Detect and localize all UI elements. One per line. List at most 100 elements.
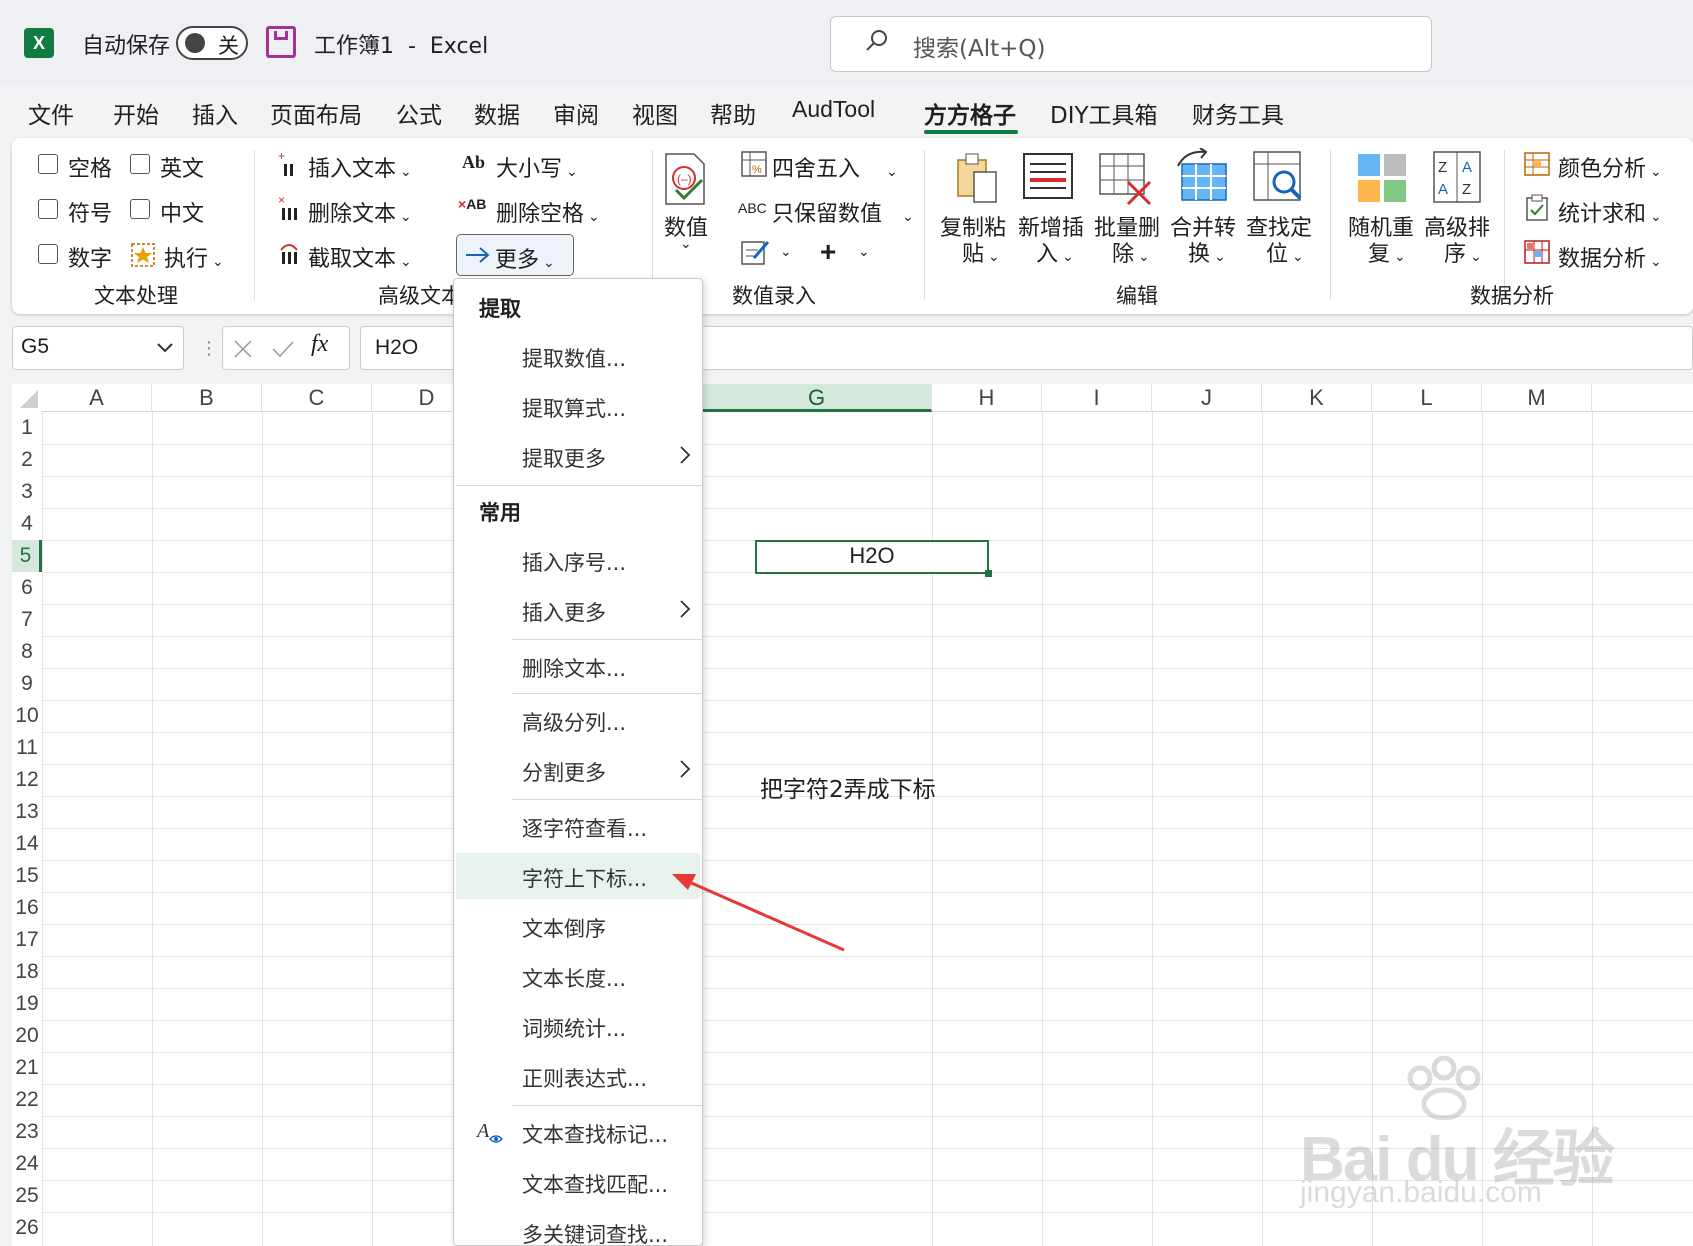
more-button[interactable]: 更多 ⌄: [456, 234, 574, 276]
tab-file[interactable]: 文件: [28, 96, 74, 130]
tab-insert[interactable]: 插入: [192, 96, 238, 130]
menu-item-find-mark[interactable]: A 文本查找标记...: [456, 1109, 700, 1155]
row-header-3[interactable]: 3: [12, 476, 42, 508]
tab-audtool[interactable]: AudTool: [792, 96, 875, 123]
merge-convert-button[interactable]: 换 ⌄: [1188, 236, 1226, 268]
round-button[interactable]: 四舍五入 ⌄: [772, 151, 898, 183]
row-header-23[interactable]: 23: [12, 1116, 42, 1148]
select-all-corner[interactable]: [12, 384, 42, 412]
search-box[interactable]: 搜索(Alt+Q): [830, 16, 1432, 72]
row-header-12[interactable]: 12: [12, 764, 42, 796]
row-header-26[interactable]: 26: [12, 1212, 42, 1244]
tab-home[interactable]: 开始: [113, 96, 159, 130]
tab-diy-toolbox[interactable]: DIY工具箱: [1050, 96, 1158, 130]
color-analysis-button[interactable]: 颜色分析 ⌄: [1558, 151, 1662, 183]
row-header-24[interactable]: 24: [12, 1148, 42, 1180]
chevron-down-icon[interactable]: [155, 337, 175, 357]
row-header-8[interactable]: 8: [12, 636, 42, 668]
row-header-11[interactable]: 11: [12, 732, 42, 764]
row-header-7[interactable]: 7: [12, 604, 42, 636]
delete-text-button[interactable]: 删除文本 ⌄: [308, 196, 412, 228]
menu-item-extract-more[interactable]: 提取更多: [456, 433, 700, 479]
extract-text-button[interactable]: 截取文本 ⌄: [308, 241, 412, 273]
checkbox-number[interactable]: [38, 244, 58, 264]
tab-page-layout[interactable]: 页面布局: [270, 96, 362, 130]
row-header-17[interactable]: 17: [12, 924, 42, 956]
row-header-19[interactable]: 19: [12, 988, 42, 1020]
tab-data[interactable]: 数据: [474, 96, 520, 130]
menu-item-extract-numeric[interactable]: 提取数值...: [456, 333, 700, 379]
plus-icon[interactable]: +: [820, 236, 836, 268]
column-header-c[interactable]: C: [262, 384, 372, 412]
new-insert-button[interactable]: 入 ⌄: [1036, 236, 1074, 268]
autosave-toggle[interactable]: 关: [176, 26, 248, 60]
insert-text-button[interactable]: 插入文本 ⌄: [308, 151, 412, 183]
tab-review[interactable]: 审阅: [553, 96, 599, 130]
row-header-4[interactable]: 4: [12, 508, 42, 540]
stat-sum-button[interactable]: 统计求和 ⌄: [1558, 196, 1662, 228]
name-box[interactable]: G5: [12, 326, 184, 370]
row-header-5[interactable]: 5: [12, 540, 42, 572]
column-header-l[interactable]: L: [1372, 384, 1482, 412]
checkbox-space[interactable]: [38, 154, 58, 174]
checkbox-english[interactable]: [130, 154, 150, 174]
row-header-2[interactable]: 2: [12, 444, 42, 476]
column-header-k[interactable]: K: [1262, 384, 1372, 412]
data-analysis-button[interactable]: 数据分析 ⌄: [1558, 241, 1662, 273]
column-header-a[interactable]: A: [42, 384, 152, 412]
column-header-b[interactable]: B: [152, 384, 262, 412]
case-button[interactable]: 大小写 ⌄: [496, 151, 578, 183]
menu-item-split-more[interactable]: 分割更多: [456, 747, 700, 793]
delete-space-button[interactable]: 删除空格 ⌄: [496, 196, 600, 228]
menu-item-advanced-split[interactable]: 高级分列...: [456, 697, 700, 743]
menu-item-char-view[interactable]: 逐字符查看...: [456, 803, 700, 849]
menu-item-insert-serial[interactable]: 插入序号...: [456, 537, 700, 583]
cell-g12-note[interactable]: 把字符2弄成下标: [760, 770, 936, 804]
menu-item-regex[interactable]: 正则表达式...: [456, 1053, 700, 1099]
checkbox-chinese[interactable]: [130, 199, 150, 219]
row-header-22[interactable]: 22: [12, 1084, 42, 1116]
row-header-20[interactable]: 20: [12, 1020, 42, 1052]
menu-item-delete-text[interactable]: 删除文本...: [456, 643, 700, 689]
execute-button[interactable]: 执行 ⌄: [164, 241, 224, 273]
row-header-16[interactable]: 16: [12, 892, 42, 924]
copy-paste-button[interactable]: 贴 ⌄: [962, 236, 1000, 268]
column-header-j[interactable]: J: [1152, 384, 1262, 412]
tab-finance-tools[interactable]: 财务工具: [1192, 96, 1284, 130]
advanced-sort-button[interactable]: 序 ⌄: [1444, 236, 1482, 268]
insert-function-icon[interactable]: fx: [311, 331, 328, 358]
random-repeat-button[interactable]: 复 ⌄: [1368, 236, 1406, 268]
checkbox-symbol[interactable]: [38, 199, 58, 219]
row-header-13[interactable]: 13: [12, 796, 42, 828]
row-header-10[interactable]: 10: [12, 700, 42, 732]
menu-item-multi-keyword-find[interactable]: 多关键词查找...: [456, 1209, 700, 1246]
keep-numeric-button[interactable]: 只保留数值 ⌄: [772, 196, 914, 228]
column-header-i[interactable]: I: [1042, 384, 1152, 412]
row-header-9[interactable]: 9: [12, 668, 42, 700]
chevron-down-icon[interactable]: ⌄: [858, 244, 870, 260]
row-header-25[interactable]: 25: [12, 1180, 42, 1212]
row-header-6[interactable]: 6: [12, 572, 42, 604]
tab-formulas[interactable]: 公式: [396, 96, 442, 130]
chevron-down-icon[interactable]: ⌄: [780, 244, 792, 260]
row-header-14[interactable]: 14: [12, 828, 42, 860]
find-locate-button[interactable]: 位 ⌄: [1266, 236, 1304, 268]
tab-help[interactable]: 帮助: [710, 96, 756, 130]
selected-cell-g5[interactable]: H2O: [755, 540, 992, 577]
cancel-icon[interactable]: [233, 339, 253, 359]
menu-item-insert-more[interactable]: 插入更多: [456, 587, 700, 633]
row-header-21[interactable]: 21: [12, 1052, 42, 1084]
menu-item-extract-formula[interactable]: 提取算式...: [456, 383, 700, 429]
menu-item-find-match[interactable]: 文本查找匹配...: [456, 1159, 700, 1205]
menu-item-word-frequency[interactable]: 词频统计...: [456, 1003, 700, 1049]
column-header-g[interactable]: G: [702, 384, 932, 412]
tab-fangfanggezi[interactable]: 方方格子: [924, 96, 1016, 130]
confirm-icon[interactable]: [271, 339, 295, 359]
tab-view[interactable]: 视图: [632, 96, 678, 130]
column-header-h[interactable]: H: [932, 384, 1042, 412]
batch-delete-button[interactable]: 除 ⌄: [1112, 236, 1150, 268]
row-header-18[interactable]: 18: [12, 956, 42, 988]
fill-handle[interactable]: [985, 570, 992, 577]
save-icon[interactable]: [266, 26, 296, 58]
row-header-15[interactable]: 15: [12, 860, 42, 892]
